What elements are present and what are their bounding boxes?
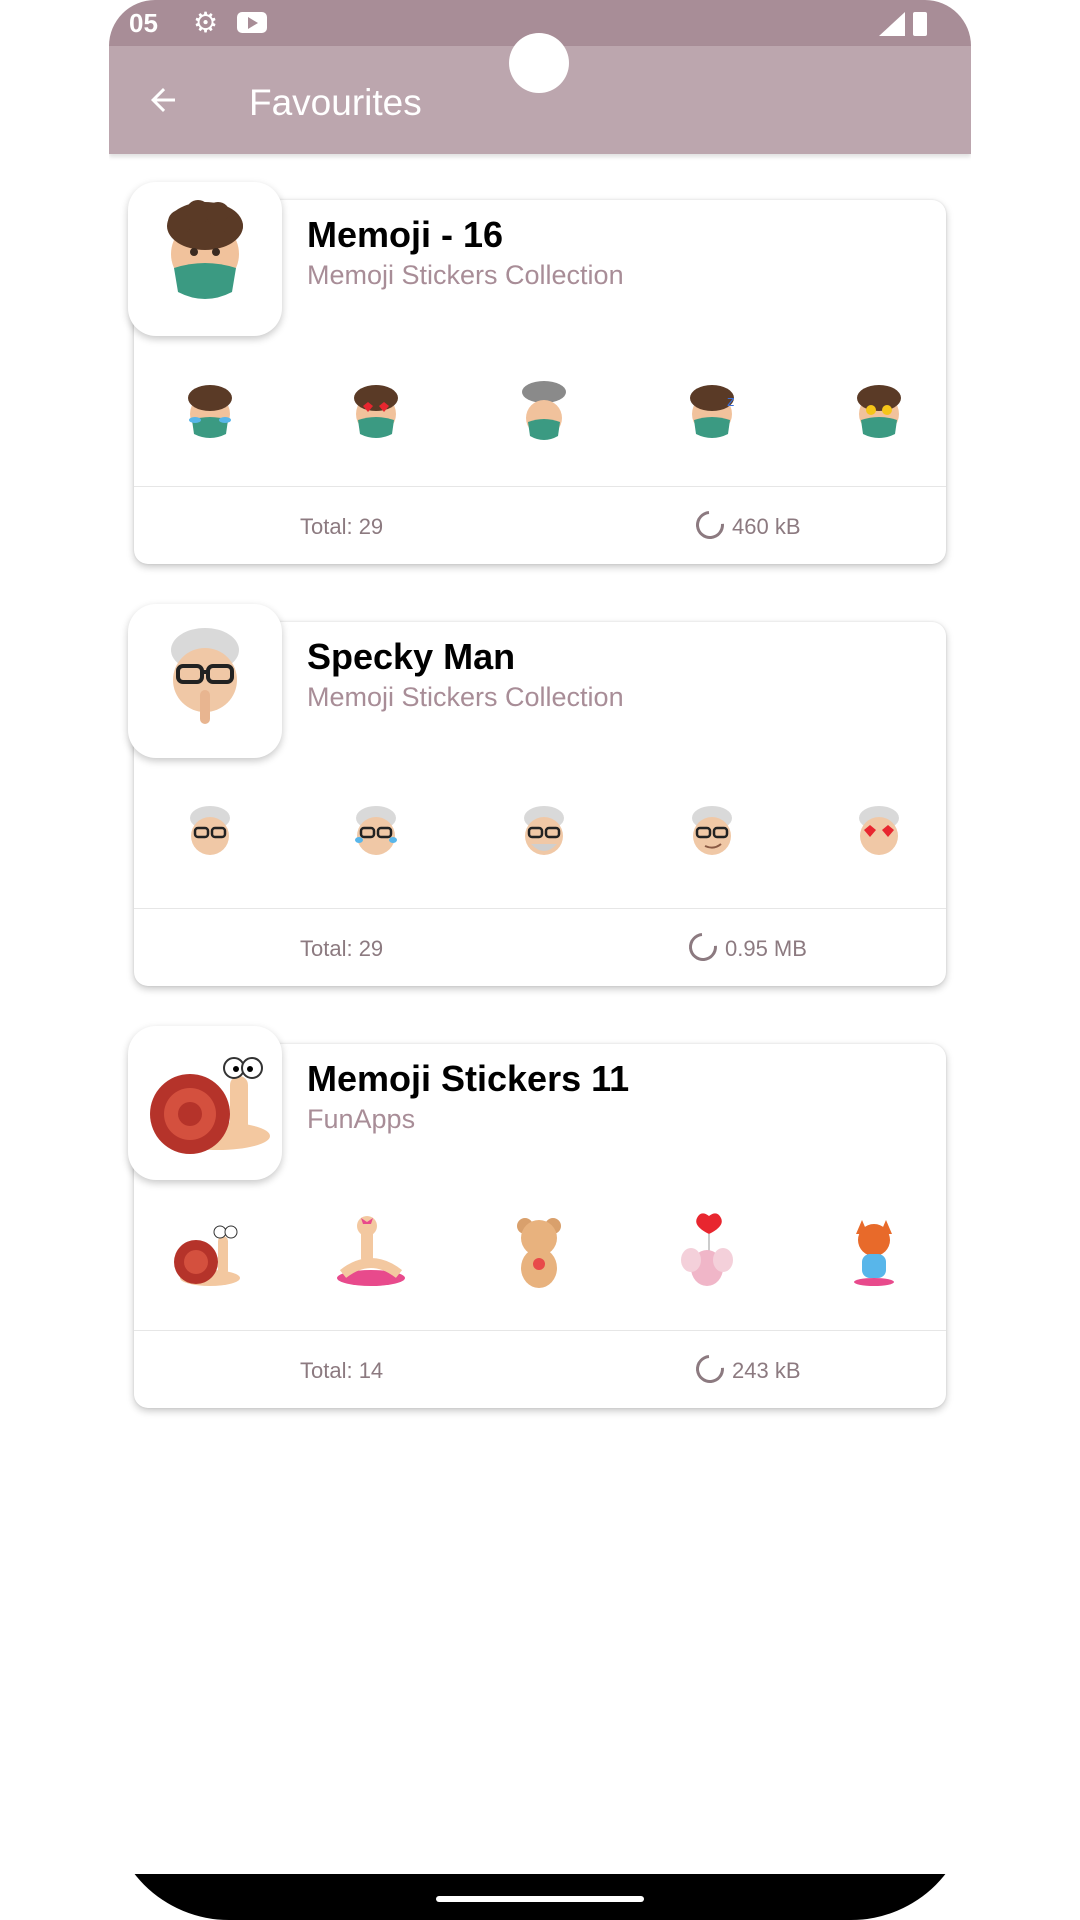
sticker-pack-card[interactable]: Memoji Stickers 11 FunApps Total: 14 243… [128, 1026, 946, 1408]
page-title: Favourites [249, 82, 422, 123]
size-icon [690, 505, 730, 545]
memoji-laughing-sticker[interactable] [341, 798, 411, 868]
sticker-preview-row [134, 798, 946, 878]
memoji-glasses-icon [171, 628, 239, 724]
memoji-beard-sticker[interactable] [509, 798, 579, 868]
memoji-mask-icon [167, 200, 243, 299]
snail-icon [150, 1057, 270, 1154]
size-icon [690, 1349, 730, 1389]
settings-notification-icon: ⚙ [193, 7, 219, 38]
pack-title: Specky Man [307, 636, 516, 677]
teddy-bear-sticker[interactable] [499, 1212, 579, 1292]
sticker-count: Total: 29 [300, 514, 384, 539]
fox-sticker[interactable] [834, 1212, 914, 1292]
memoji-glasses-sticker[interactable] [175, 798, 245, 868]
camera-cutout [509, 33, 569, 93]
memoji-heart-eyes-sticker[interactable] [844, 798, 914, 868]
memoji-star-eyes-sticker[interactable] [844, 376, 914, 446]
memoji-crying-sticker[interactable] [175, 376, 245, 446]
sticker-count: Total: 14 [300, 1358, 384, 1383]
device-screen: 05 ⚙ Favourites Memoji - 16 Memoji Stick… [109, 0, 971, 1920]
sticker-preview-row [134, 1212, 946, 1292]
pack-subtitle: FunApps [307, 1104, 416, 1134]
pack-thumbnail [128, 604, 282, 758]
status-time: 05 [129, 8, 158, 38]
pack-thumbnail [128, 182, 282, 336]
pack-thumbnail [128, 1026, 282, 1180]
snake-sticker[interactable] [331, 1212, 411, 1292]
pack-title: Memoji Stickers 11 [307, 1058, 630, 1099]
divider [134, 908, 946, 909]
size-icon [683, 927, 723, 967]
sticker-preview-row: z [134, 376, 946, 456]
youtube-notification-icon [237, 12, 267, 33]
pack-subtitle: Memoji Stickers Collection [307, 682, 624, 712]
svg-text:z: z [727, 394, 734, 410]
pack-size-label: 0.95 MB [725, 936, 807, 961]
memoji-smirk-sticker[interactable] [677, 798, 747, 868]
memoji-mind-blown-sticker[interactable] [509, 376, 579, 446]
memoji-heart-eyes-sticker[interactable] [341, 376, 411, 446]
navigation-bar [109, 1874, 971, 1920]
app-bar: Favourites [109, 33, 971, 154]
sticker-pack-card[interactable]: Specky Man Memoji Stickers Collection To… [128, 604, 946, 986]
home-gesture-handle[interactable] [436, 1896, 644, 1902]
memoji-sleeping-sticker[interactable]: z [677, 376, 747, 446]
sticker-pack-card[interactable]: Memoji - 16 Memoji Stickers Collection z… [128, 182, 946, 564]
elephant-balloon-sticker[interactable] [667, 1212, 747, 1292]
sticker-count: Total: 29 [300, 936, 384, 961]
back-arrow-icon[interactable] [145, 82, 181, 118]
pack-size-label: 243 kB [732, 1358, 801, 1383]
signal-icon [879, 12, 905, 36]
divider [134, 1330, 946, 1331]
battery-icon [913, 12, 927, 36]
pack-size-label: 460 kB [732, 514, 801, 539]
pack-title: Memoji - 16 [307, 214, 504, 255]
snail-sticker[interactable] [164, 1212, 244, 1292]
pack-subtitle: Memoji Stickers Collection [307, 260, 624, 290]
divider [134, 486, 946, 487]
